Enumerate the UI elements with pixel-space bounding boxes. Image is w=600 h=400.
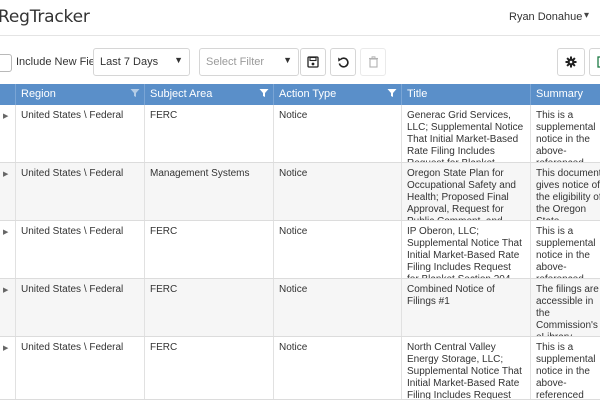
- row-expand-icon[interactable]: ▶: [3, 169, 8, 181]
- table-row[interactable]: ▶ United States \ Federal FERC Notice Co…: [0, 279, 600, 337]
- table-row[interactable]: ▶ United States \ Federal Management Sys…: [0, 163, 600, 221]
- save-icon: [307, 56, 319, 68]
- trash-icon: [368, 56, 378, 68]
- column-header-label: Action Type: [279, 88, 337, 100]
- cell-subject-area: FERC: [145, 337, 274, 399]
- cell-region: United States \ Federal: [16, 105, 145, 162]
- chevron-down-icon: ▼: [174, 55, 183, 65]
- column-header-label: Subject Area: [150, 88, 213, 100]
- cell-region: United States \ Federal: [16, 337, 145, 399]
- user-menu-name[interactable]: Ryan Donahue: [509, 11, 582, 23]
- export-excel-button[interactable]: [589, 48, 600, 76]
- filter-placeholder: Select Filter: [206, 56, 265, 68]
- cell-region: United States \ Federal: [16, 163, 145, 220]
- row-expand-icon[interactable]: ▶: [3, 227, 8, 239]
- cell-title: Oregon State Plan for Occupational Safet…: [402, 163, 531, 220]
- cell-action-type: Notice: [274, 163, 402, 220]
- table-row[interactable]: ▶ United States \ Federal FERC Notice IP…: [0, 221, 600, 279]
- column-header-summary[interactable]: Summary: [531, 84, 600, 105]
- filter-icon[interactable]: [130, 88, 140, 98]
- cell-summary: This document gives notice of the eligib…: [531, 163, 600, 220]
- grid-header: Region Subject Area Action Type Title Su…: [0, 84, 600, 105]
- app-header: RegTracker Ryan Donahue ▾: [0, 0, 600, 36]
- row-expander[interactable]: ▶: [0, 337, 16, 399]
- delete-button[interactable]: [360, 48, 386, 76]
- cell-subject-area: FERC: [145, 105, 274, 162]
- table-row[interactable]: ▶ United States \ Federal FERC Notice No…: [0, 337, 600, 400]
- undo-button[interactable]: [330, 48, 356, 76]
- column-header-label: Region: [21, 88, 56, 100]
- results-grid: Region Subject Area Action Type Title Su…: [0, 84, 600, 400]
- row-expander[interactable]: ▶: [0, 163, 16, 220]
- row-expand-icon[interactable]: ▶: [3, 343, 8, 355]
- cell-summary: The filings are accessible in the Commis…: [531, 279, 600, 336]
- column-header-region[interactable]: Region: [16, 84, 145, 105]
- row-expander[interactable]: ▶: [0, 279, 16, 336]
- column-header-label: Summary: [536, 88, 584, 100]
- cell-summary: This is a supplemental notice in the abo…: [531, 105, 600, 162]
- date-range-value: Last 7 Days: [100, 56, 159, 68]
- column-header-subject-area[interactable]: Subject Area: [145, 84, 274, 105]
- row-expand-icon[interactable]: ▶: [3, 111, 8, 123]
- filter-icon[interactable]: [387, 88, 397, 98]
- header-expander: [0, 84, 16, 105]
- column-header-title[interactable]: Title: [402, 84, 531, 105]
- undo-icon: [337, 56, 349, 68]
- cell-subject-area: Management Systems: [145, 163, 274, 220]
- save-button[interactable]: [300, 48, 326, 76]
- cell-title: Generac Grid Services, LLC; Supplemental…: [402, 105, 531, 162]
- cell-title: Combined Notice of Filings #1: [402, 279, 531, 336]
- chevron-down-icon[interactable]: ▾: [584, 10, 589, 21]
- cell-summary: This is a supplemental notice in the abo…: [531, 221, 600, 278]
- cell-title: North Central Valley Energy Storage, LLC…: [402, 337, 531, 399]
- include-new-fields-checkbox[interactable]: [0, 54, 12, 72]
- cell-title: IP Oberon, LLC; Supplemental Notice That…: [402, 221, 531, 278]
- chevron-down-icon: ▼: [283, 55, 292, 65]
- table-row[interactable]: ▶ United States \ Federal FERC Notice Ge…: [0, 105, 600, 163]
- cell-subject-area: FERC: [145, 221, 274, 278]
- settings-button[interactable]: [557, 48, 585, 76]
- cell-subject-area: FERC: [145, 279, 274, 336]
- cell-region: United States \ Federal: [16, 279, 145, 336]
- cell-region: United States \ Federal: [16, 221, 145, 278]
- cell-summary: This is a supplemental notice in the abo…: [531, 337, 600, 399]
- date-range-dropdown[interactable]: Last 7 Days ▼: [93, 48, 190, 76]
- toolbar: Include New Fields Last 7 Days ▼ Select …: [0, 44, 600, 78]
- row-expander[interactable]: ▶: [0, 221, 16, 278]
- cell-action-type: Notice: [274, 221, 402, 278]
- column-header-label: Title: [407, 88, 428, 100]
- row-expander[interactable]: ▶: [0, 105, 16, 162]
- filter-icon[interactable]: [259, 88, 269, 98]
- cell-action-type: Notice: [274, 337, 402, 399]
- cell-action-type: Notice: [274, 105, 402, 162]
- cell-action-type: Notice: [274, 279, 402, 336]
- column-header-action-type[interactable]: Action Type: [274, 84, 402, 105]
- row-expand-icon[interactable]: ▶: [3, 285, 8, 297]
- app-title: RegTracker: [0, 7, 90, 27]
- filter-dropdown[interactable]: Select Filter ▼: [199, 48, 299, 76]
- gear-icon: [565, 56, 577, 68]
